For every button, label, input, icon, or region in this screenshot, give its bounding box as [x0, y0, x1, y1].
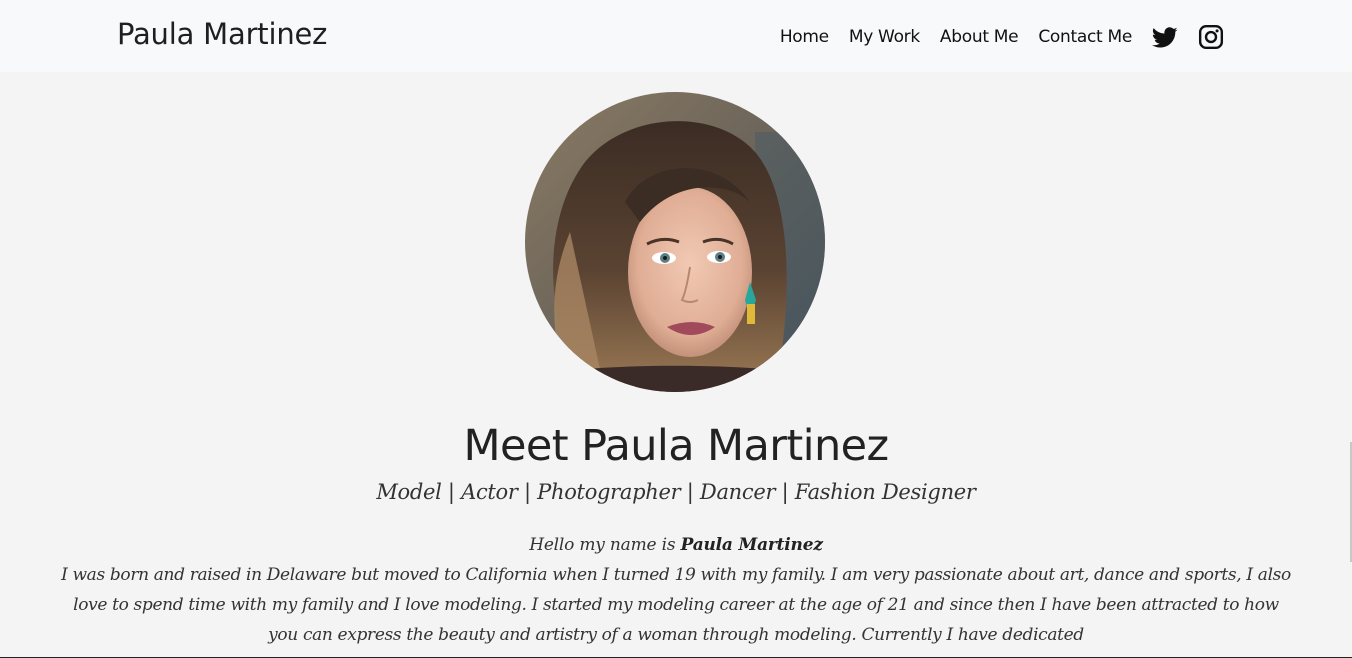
roles-subtitle: Model | Actor | Photographer | Dancer | …: [376, 480, 976, 504]
intro-prefix: Hello my name is: [529, 535, 676, 555]
page-title: Meet Paula Martinez: [463, 421, 890, 471]
instagram-icon[interactable]: [1198, 24, 1224, 50]
top-navbar: Paula Martinez Home My Work About Me Con…: [0, 0, 1352, 72]
nav-link-home[interactable]: Home: [780, 20, 829, 54]
nav-menu: Home My Work About Me Contact Me: [780, 20, 1224, 54]
brand-link[interactable]: Paula Martinez: [117, 14, 327, 54]
nav-link-about-me[interactable]: About Me: [940, 20, 1019, 54]
profile-photo: [525, 92, 825, 392]
intro-line: Hello my name is Paula Martinez: [0, 530, 1352, 560]
twitter-icon[interactable]: [1152, 24, 1178, 50]
social-links: [1152, 24, 1224, 50]
nav-link-contact-me[interactable]: Contact Me: [1038, 20, 1132, 54]
nav-link-my-work[interactable]: My Work: [849, 20, 920, 54]
intro-name: Paula Martinez: [680, 535, 823, 555]
bio-paragraph: I was born and raised in Delaware but mo…: [61, 565, 1291, 645]
